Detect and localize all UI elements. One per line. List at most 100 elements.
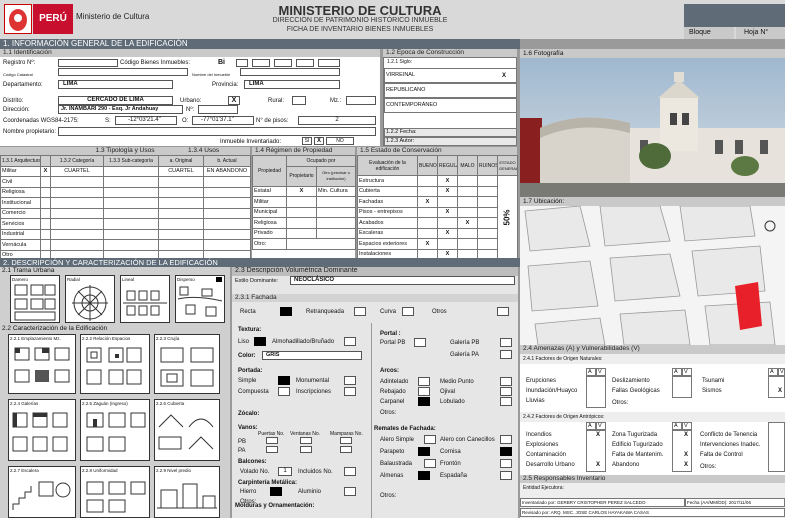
simple-checkbox[interactable] bbox=[278, 376, 290, 385]
curva-checkbox[interactable] bbox=[402, 307, 414, 316]
nombre-inmueble-input[interactable] bbox=[240, 68, 340, 76]
o-input[interactable]: -77°01'37.1" bbox=[192, 116, 254, 125]
alero-simple-checkbox[interactable] bbox=[424, 435, 436, 444]
volado-input[interactable]: 1 bbox=[278, 467, 292, 476]
monumental-checkbox[interactable] bbox=[344, 376, 356, 385]
tip-row-label: Institucional bbox=[0, 197, 41, 209]
hierro-label: Hierro bbox=[240, 489, 257, 495]
estilo-input[interactable]: NEOCLÁSICO bbox=[290, 276, 515, 285]
fecha-inventario: Fecha (AA/MM/DD): 2017/11/06 bbox=[685, 498, 785, 507]
parapeto-checkbox[interactable] bbox=[418, 447, 430, 456]
ventanas-pb[interactable] bbox=[300, 437, 312, 444]
nro-input[interactable] bbox=[198, 105, 238, 114]
inscripciones-checkbox[interactable] bbox=[344, 387, 356, 396]
departamento-input[interactable]: LIMA bbox=[58, 80, 173, 89]
balaustrada-checkbox[interactable] bbox=[424, 459, 436, 468]
a-header: A bbox=[586, 368, 596, 376]
a-header: A bbox=[672, 422, 682, 430]
otros-fachada-label: Otros bbox=[432, 309, 447, 315]
provincia-input[interactable]: LIMA bbox=[244, 80, 340, 89]
codigo-seg-1[interactable] bbox=[236, 59, 248, 67]
galeria-pb-checkbox[interactable] bbox=[500, 338, 512, 347]
cons-check: X bbox=[437, 185, 458, 197]
retranqueada-checkbox[interactable] bbox=[354, 307, 366, 316]
cornisa-checkbox[interactable] bbox=[500, 447, 512, 456]
hierro-checkbox[interactable] bbox=[270, 487, 282, 496]
orig-header: a. Original bbox=[158, 155, 204, 167]
codigo-seg-2[interactable] bbox=[252, 59, 270, 67]
almenas-checkbox[interactable] bbox=[418, 471, 430, 480]
aluminio-checkbox[interactable] bbox=[344, 487, 356, 496]
amenaza-item: Sismos bbox=[702, 388, 722, 394]
inventariado-no[interactable]: NO bbox=[326, 137, 354, 145]
usos-title: 1.3.4 Usos bbox=[188, 147, 220, 154]
tip-row-label: Comercio bbox=[0, 207, 41, 219]
lobulado-checkbox[interactable] bbox=[500, 397, 512, 406]
v-header: V bbox=[682, 368, 692, 376]
espadana-checkbox[interactable] bbox=[500, 471, 512, 480]
direccion-input[interactable]: Jr. INAMBARI 290 - Esq. Jr Andahuay bbox=[58, 105, 183, 114]
cons-row-label: Estructura bbox=[357, 175, 418, 187]
carpanel-checkbox[interactable] bbox=[418, 397, 430, 406]
malo-header: MALO bbox=[457, 155, 478, 176]
pisos-input[interactable]: 2 bbox=[298, 116, 376, 125]
codigo-seg-5[interactable] bbox=[318, 59, 340, 67]
cons-row-label: Acabados bbox=[357, 217, 418, 229]
ventanas-pa[interactable] bbox=[300, 446, 312, 453]
distrito-input[interactable]: CERCADO DE LIMA bbox=[58, 96, 173, 105]
header-dark-block bbox=[684, 4, 785, 27]
ojival-checkbox[interactable] bbox=[500, 387, 512, 396]
escalera-group: 2.2.7 Escalera bbox=[8, 466, 76, 518]
inventariado-x[interactable]: X bbox=[314, 137, 324, 145]
otros-fachada-checkbox[interactable] bbox=[497, 307, 509, 316]
rural-checkbox[interactable] bbox=[292, 96, 306, 105]
adintelado-checkbox[interactable] bbox=[418, 377, 430, 386]
mamparas-pa[interactable] bbox=[340, 446, 352, 453]
compuesta-checkbox[interactable] bbox=[278, 387, 290, 396]
tip-row-label: Vernácula bbox=[0, 239, 41, 251]
alero-canecillos-checkbox[interactable] bbox=[500, 435, 512, 444]
ministry-name: Ministerio de Cultura bbox=[76, 12, 150, 21]
reg-row-label: Otro: bbox=[252, 238, 287, 250]
liso-checkbox[interactable] bbox=[254, 337, 266, 346]
naturales-block: Erupciones Inundación/Huayco Lluvias A V… bbox=[520, 364, 785, 412]
fronton-checkbox[interactable] bbox=[500, 459, 512, 468]
radial-thumb[interactable]: Radial bbox=[65, 275, 115, 323]
disperso-thumb[interactable]: Disperso bbox=[175, 275, 225, 323]
lineal-thumb[interactable]: Lineal bbox=[120, 275, 170, 323]
fecha-row: 1.2.2 Fecha: bbox=[384, 128, 517, 137]
mz-input[interactable] bbox=[346, 96, 376, 105]
galeria-pa-checkbox[interactable] bbox=[500, 350, 512, 359]
puertas-pb[interactable] bbox=[266, 437, 278, 444]
s-input[interactable]: -12°03'21.4" bbox=[115, 116, 177, 125]
codigo-seg-4[interactable] bbox=[296, 59, 314, 67]
estatal-check: X bbox=[286, 185, 317, 197]
urbano-checkbox[interactable]: X bbox=[228, 96, 240, 105]
inventariado-si[interactable]: SI bbox=[302, 137, 312, 145]
almohadillado-checkbox[interactable] bbox=[344, 337, 356, 346]
amenaza-item: Zona Tugurizada bbox=[612, 432, 658, 438]
min-cultura-value: Min. Cultura bbox=[315, 185, 357, 197]
cornisa-label: Cornisa bbox=[440, 449, 461, 455]
amenaza-item: Fallas Geológicas bbox=[612, 388, 660, 394]
damero-thumb[interactable]: Damero bbox=[10, 275, 60, 323]
amenaza-item: Lluvias bbox=[526, 398, 545, 404]
catastral-input[interactable] bbox=[58, 68, 188, 76]
cons-check: X bbox=[417, 238, 438, 250]
registro-input[interactable] bbox=[58, 59, 118, 67]
puertas-pa[interactable] bbox=[266, 446, 278, 453]
portal-pb-checkbox[interactable] bbox=[414, 338, 426, 347]
rebajado-checkbox[interactable] bbox=[418, 387, 430, 396]
codigo-seg-3[interactable] bbox=[274, 59, 292, 67]
virreinal-row: VIRREINAL bbox=[384, 68, 517, 83]
cubierta-group: 2.2.6 Cubierta bbox=[154, 399, 220, 461]
mamparas-pb[interactable] bbox=[340, 437, 352, 444]
tip-row-label: Civil bbox=[0, 176, 41, 188]
disperso-mark bbox=[216, 277, 222, 282]
recta-checkbox[interactable] bbox=[280, 307, 292, 316]
incluidos-input[interactable] bbox=[344, 467, 356, 476]
desarrollo-check: X bbox=[596, 462, 601, 468]
propietario-input[interactable] bbox=[58, 127, 376, 136]
medio-punto-checkbox[interactable] bbox=[500, 377, 512, 386]
color-input[interactable]: GRIS bbox=[262, 351, 362, 360]
